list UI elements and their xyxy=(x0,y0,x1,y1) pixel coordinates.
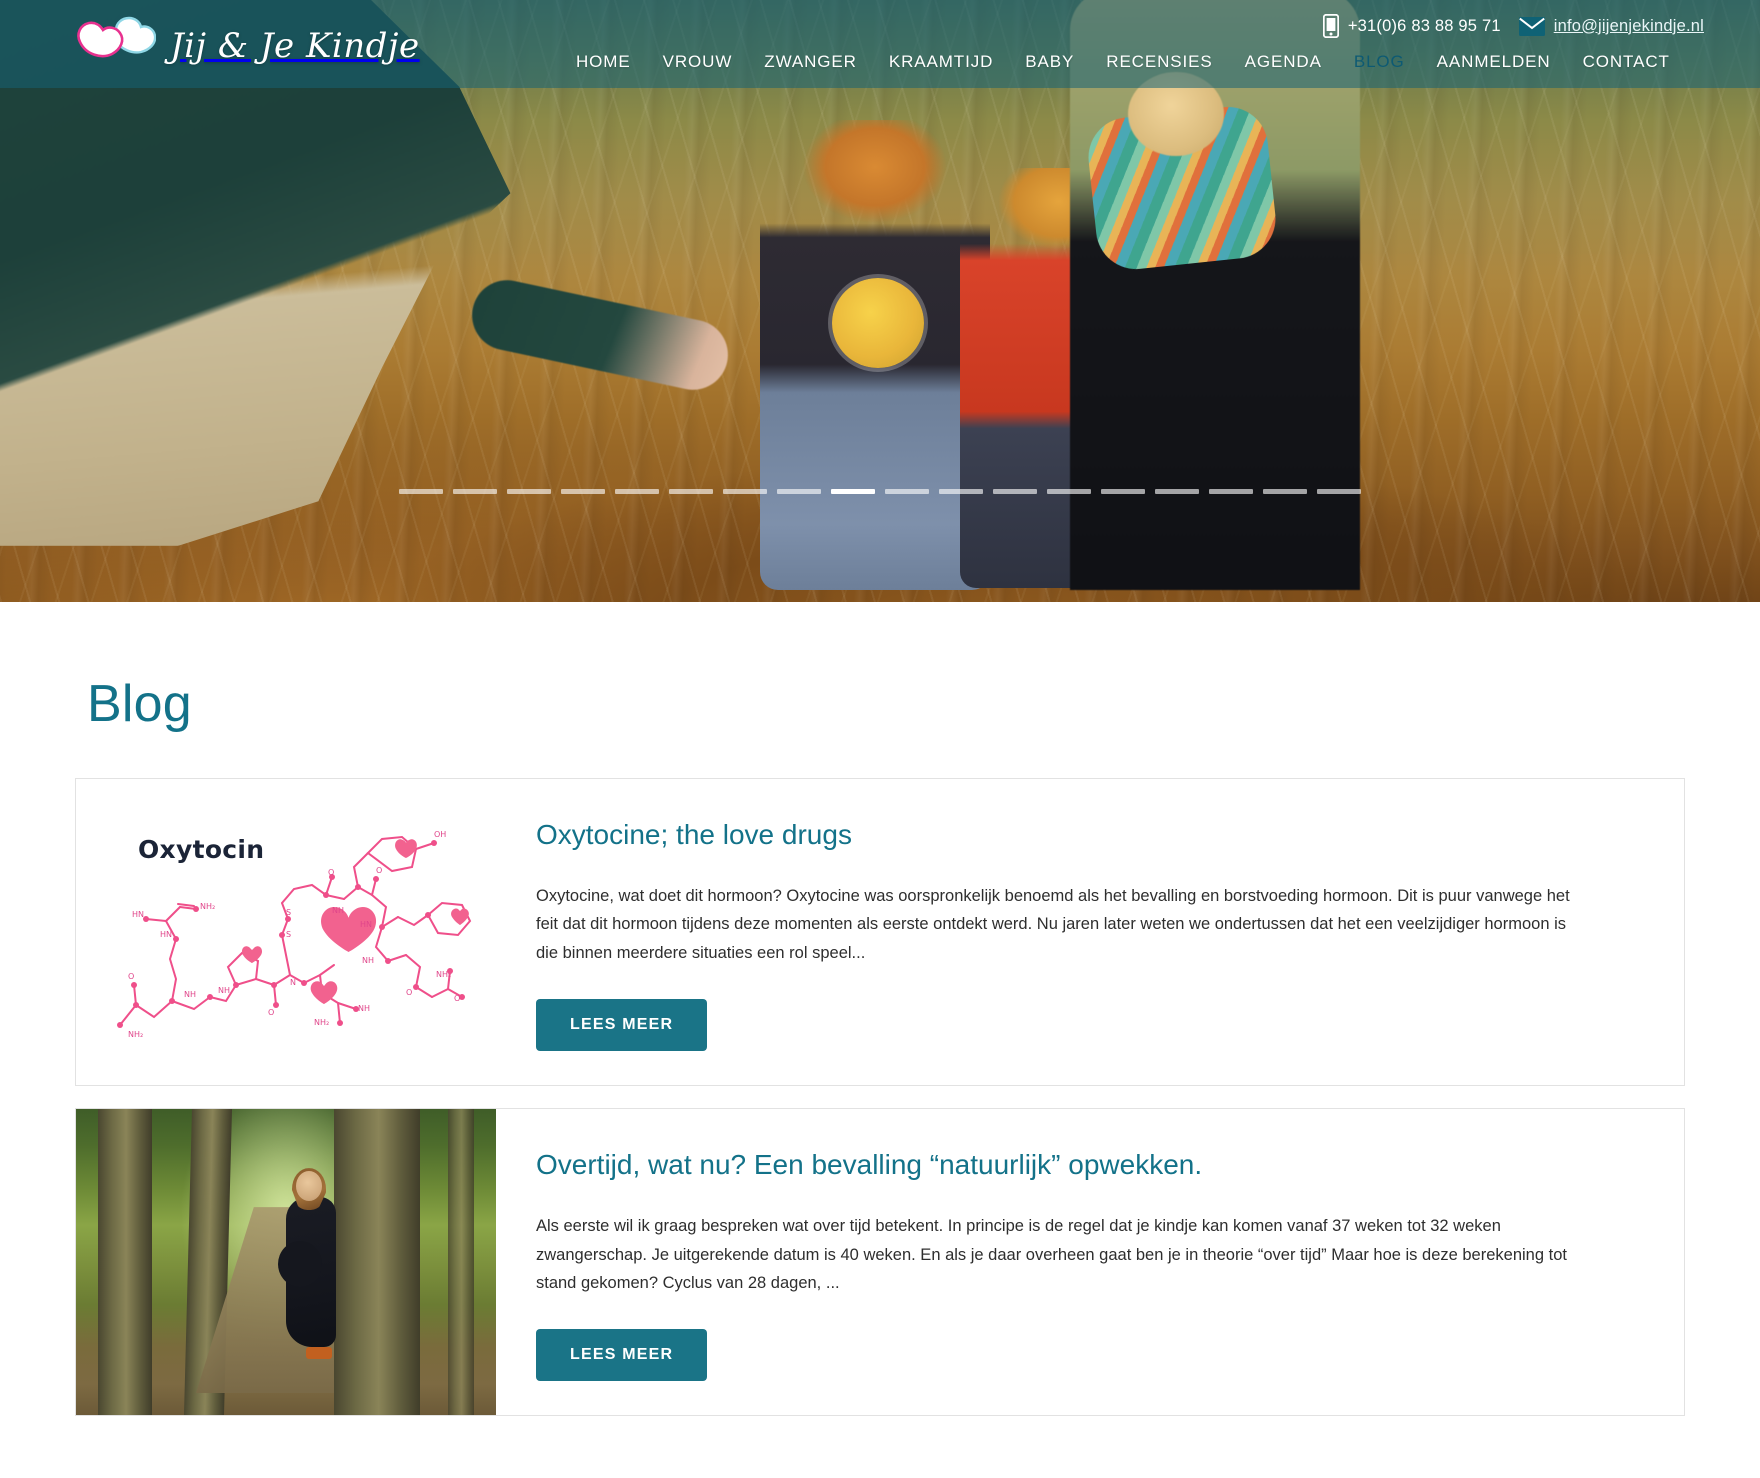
mobile-phone-icon xyxy=(1322,14,1339,38)
svg-text:HN: HN xyxy=(132,910,144,919)
hero-slider: +31(0)6 83 88 95 71 info@jijenjekindje.n… xyxy=(0,0,1760,602)
slider-dot[interactable] xyxy=(1263,489,1307,494)
page-title: Blog xyxy=(87,675,192,733)
hero-figure-child-one-shirt-print xyxy=(832,278,924,368)
slider-dot[interactable] xyxy=(939,489,983,494)
nav-item-home[interactable]: HOME xyxy=(560,46,647,78)
blog-post-card: NH₂ O NH HN NH₂ HN O S S N O NH HN O OH … xyxy=(75,778,1685,1087)
nav-item-blog[interactable]: BLOG xyxy=(1338,46,1421,78)
nav-item-contact[interactable]: CONTACT xyxy=(1567,46,1686,78)
svg-text:NH₂: NH₂ xyxy=(436,970,451,979)
woman-shoe xyxy=(306,1347,332,1360)
slider-dot[interactable] xyxy=(1047,489,1091,494)
slider-dot[interactable] xyxy=(993,489,1037,494)
blog-post-card: Overtijd, wat nu? Een bevalling “natuurl… xyxy=(75,1108,1685,1417)
contact-phone[interactable]: +31(0)6 83 88 95 71 xyxy=(1322,14,1501,38)
nav-item-vrouw[interactable]: VROUW xyxy=(647,46,749,78)
post-title[interactable]: Oxytocine; the love drugs xyxy=(536,817,1640,852)
post-excerpt: Als eerste wil ik graag bespreken wat ov… xyxy=(536,1217,1567,1292)
main-content: Blog NH₂ O NH HN NH₂ HN O S S N O NH HN … xyxy=(0,674,1760,1478)
slider-dot[interactable] xyxy=(453,489,497,494)
svg-text:N: N xyxy=(290,978,296,987)
read-more-button[interactable]: LEES MEER xyxy=(536,999,708,1052)
svg-text:NH: NH xyxy=(358,1004,370,1013)
svg-text:S: S xyxy=(286,908,291,917)
svg-text:S: S xyxy=(286,930,291,939)
nav-item-baby[interactable]: BABY xyxy=(1009,46,1090,78)
read-more-button[interactable]: LEES MEER xyxy=(536,1329,708,1382)
svg-text:NH: NH xyxy=(332,906,344,915)
post-title[interactable]: Overtijd, wat nu? Een bevalling “natuurl… xyxy=(536,1147,1640,1182)
contact-bar: +31(0)6 83 88 95 71 info@jijenjekindje.n… xyxy=(1322,14,1704,38)
oxytocin-caption: Oxytocin xyxy=(138,835,265,864)
post-thumbnail-pregnant-woman[interactable] xyxy=(76,1109,496,1416)
svg-text:O: O xyxy=(454,994,460,1003)
slider-dot[interactable] xyxy=(615,489,659,494)
svg-text:NH: NH xyxy=(362,956,374,965)
svg-text:O: O xyxy=(376,866,382,875)
svg-text:O: O xyxy=(406,988,412,997)
contact-phone-text: +31(0)6 83 88 95 71 xyxy=(1347,16,1501,35)
svg-text:NH₂: NH₂ xyxy=(314,1018,329,1027)
main-navigation: HOME VROUW ZWANGER KRAAMTIJD BABY RECENS… xyxy=(560,46,1686,78)
post-body: Overtijd, wat nu? Een bevalling “natuurl… xyxy=(496,1109,1684,1415)
nav-item-aanmelden[interactable]: AANMELDEN xyxy=(1421,46,1567,78)
slider-dot[interactable] xyxy=(1155,489,1199,494)
svg-text:NH: NH xyxy=(218,986,230,995)
svg-text:O: O xyxy=(328,868,334,877)
slider-dot[interactable] xyxy=(723,489,767,494)
slider-dot[interactable] xyxy=(1101,489,1145,494)
svg-text:O: O xyxy=(128,972,134,981)
tree-trunk xyxy=(98,1109,152,1416)
contact-email[interactable]: info@jijenjekindje.nl xyxy=(1518,16,1704,36)
woman-belly xyxy=(278,1241,322,1288)
site-logo-link[interactable]: Jij & Je Kindje xyxy=(72,16,420,75)
svg-text:HN: HN xyxy=(360,920,372,929)
slider-dot[interactable] xyxy=(831,489,875,494)
woods-photo xyxy=(76,1109,496,1416)
envelope-icon xyxy=(1518,16,1545,36)
svg-text:NH₂: NH₂ xyxy=(128,1030,143,1039)
tree-trunk xyxy=(334,1109,420,1416)
svg-text:OH: OH xyxy=(434,830,446,839)
slider-dot[interactable] xyxy=(669,489,713,494)
nav-item-recensies[interactable]: RECENSIES xyxy=(1090,46,1228,78)
post-thumbnail-oxytocin[interactable]: NH₂ O NH HN NH₂ HN O S S N O NH HN O OH … xyxy=(76,779,496,1086)
post-body: Oxytocine; the love drugs Oxytocine, wat… xyxy=(496,779,1684,1085)
post-excerpt: Oxytocine, wat doet dit hormoon? Oxytoci… xyxy=(536,887,1570,962)
hero-figure-adult-right xyxy=(1070,0,1360,590)
svg-text:O: O xyxy=(268,1008,274,1017)
slider-pagination[interactable] xyxy=(399,489,1361,494)
tree-trunk xyxy=(448,1109,474,1416)
slider-dot[interactable] xyxy=(1209,489,1253,494)
slider-dot[interactable] xyxy=(507,489,551,494)
oxytocin-molecule-illustration: NH₂ O NH HN NH₂ HN O S S N O NH HN O OH … xyxy=(76,779,496,1086)
slider-dot[interactable] xyxy=(561,489,605,494)
two-hearts-icon xyxy=(72,16,157,75)
svg-text:HN: HN xyxy=(160,930,172,939)
woman-head xyxy=(296,1171,322,1202)
slider-dot[interactable] xyxy=(885,489,929,494)
slider-dot[interactable] xyxy=(777,489,821,494)
page-root: +31(0)6 83 88 95 71 info@jijenjekindje.n… xyxy=(0,0,1760,1478)
site-brand-name: Jij & Je Kindje xyxy=(170,25,420,66)
nav-item-agenda[interactable]: AGENDA xyxy=(1229,46,1338,78)
nav-item-zwanger[interactable]: ZWANGER xyxy=(748,46,873,78)
nav-item-kraamtijd[interactable]: KRAAMTIJD xyxy=(873,46,1009,78)
pregnant-woman-figure xyxy=(278,1168,342,1367)
slider-dot[interactable] xyxy=(399,489,443,494)
svg-text:NH: NH xyxy=(184,990,196,999)
svg-text:NH₂: NH₂ xyxy=(200,902,215,911)
slider-dot[interactable] xyxy=(1317,489,1361,494)
contact-email-text: info@jijenjekindje.nl xyxy=(1553,16,1704,35)
